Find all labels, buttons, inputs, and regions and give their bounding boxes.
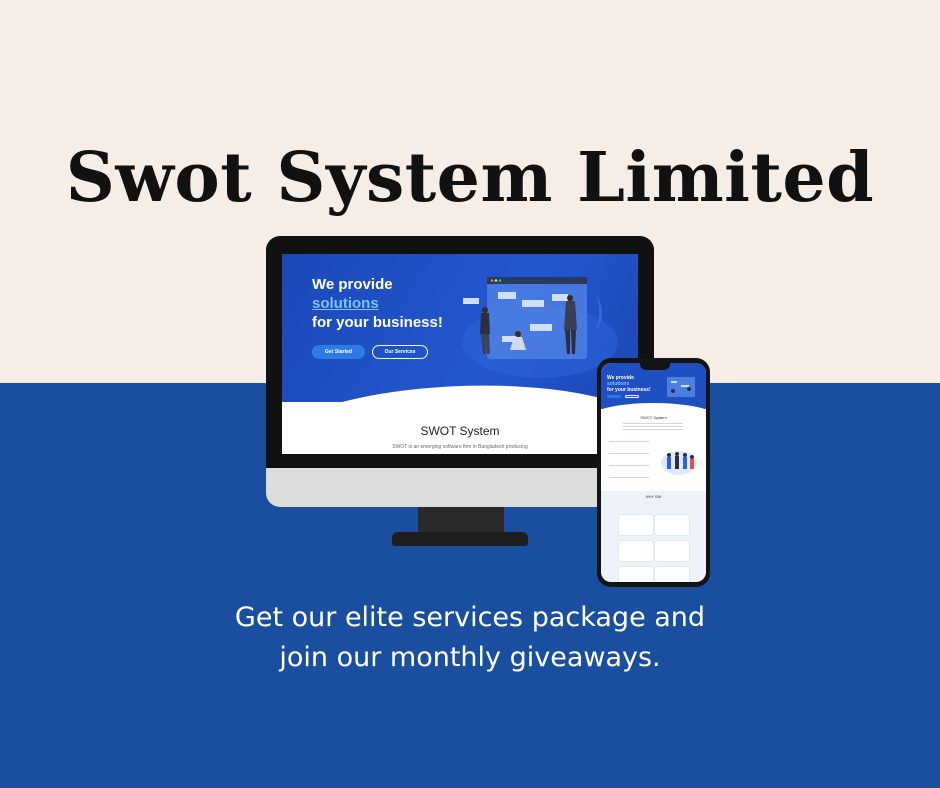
team-illustration — [462, 277, 618, 378]
phone-illustration — [667, 377, 695, 397]
desktop-screen: We provide solutions for your business! … — [282, 254, 638, 454]
phone-text-line — [623, 423, 683, 424]
monitor-stand-base — [392, 532, 528, 546]
hero-line-1: We provide — [312, 276, 393, 293]
our-services-button[interactable]: Our Services — [372, 345, 428, 359]
get-started-button[interactable]: Get Started — [312, 345, 365, 359]
hero-banner: We provide solutions for your business! … — [282, 254, 638, 402]
phone-text-line — [609, 477, 649, 478]
tagline-line-2: join our monthly giveaways. — [279, 642, 661, 673]
phone-feature-card — [619, 541, 653, 561]
phone-text-line — [609, 441, 649, 442]
phone-why-title: WHY SWI — [645, 495, 662, 499]
section-text: SWOT is an emerging software firm in Ban… — [392, 444, 528, 450]
section-title: SWOT System — [420, 424, 500, 438]
phone-feature-card — [655, 515, 689, 535]
phone-hero-line-3: for your business! — [607, 387, 651, 393]
page-headline: Swot System Limited — [65, 138, 875, 218]
monitor-chin — [266, 468, 654, 507]
phone-hero-text: We provide solutions for your business! — [607, 375, 651, 393]
phone-feature-card — [655, 541, 689, 561]
phone-section-title: SWOT System — [640, 415, 667, 420]
phone-feature-card — [619, 567, 653, 582]
phone-text-line — [623, 429, 683, 430]
phone-text-line — [609, 453, 649, 454]
hero-line-2: solutions — [312, 295, 379, 312]
phone-feature-card — [619, 515, 653, 535]
phone-feature-card — [655, 567, 689, 582]
phone-text-line — [609, 465, 649, 466]
hero-line-3: for your business! — [312, 314, 443, 331]
phone-notch — [640, 363, 670, 370]
phone-team-illustration — [661, 451, 697, 475]
tagline-line-1: Get our elite services package and — [234, 602, 706, 633]
phone-screen: We provide solutions for your business! … — [601, 363, 706, 582]
phone-start-button[interactable] — [607, 395, 621, 398]
phone-services-button[interactable] — [625, 395, 639, 398]
phone-text-line — [623, 426, 683, 427]
